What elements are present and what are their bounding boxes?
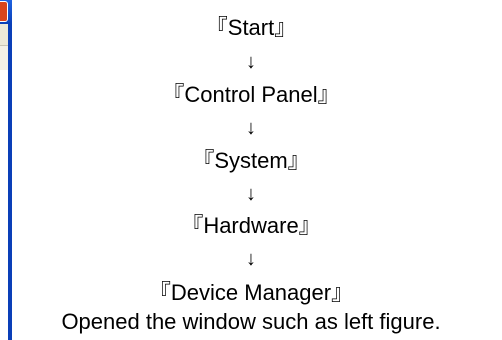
down-arrow-icon: ↓ [246, 183, 256, 205]
step-hardware: 『Hardware』 [181, 213, 321, 238]
step-start: 『Start』 [205, 15, 297, 40]
step-system: 『System』 [192, 148, 310, 173]
down-arrow-icon: ↓ [246, 51, 256, 73]
step-device-manager: 『Device Manager』 [148, 280, 354, 305]
down-arrow-icon: ↓ [246, 248, 256, 270]
step-control-panel: 『Control Panel』 [162, 82, 340, 107]
caption-text: Opened the window such as left figure. [61, 309, 441, 334]
down-arrow-icon: ↓ [246, 117, 256, 139]
